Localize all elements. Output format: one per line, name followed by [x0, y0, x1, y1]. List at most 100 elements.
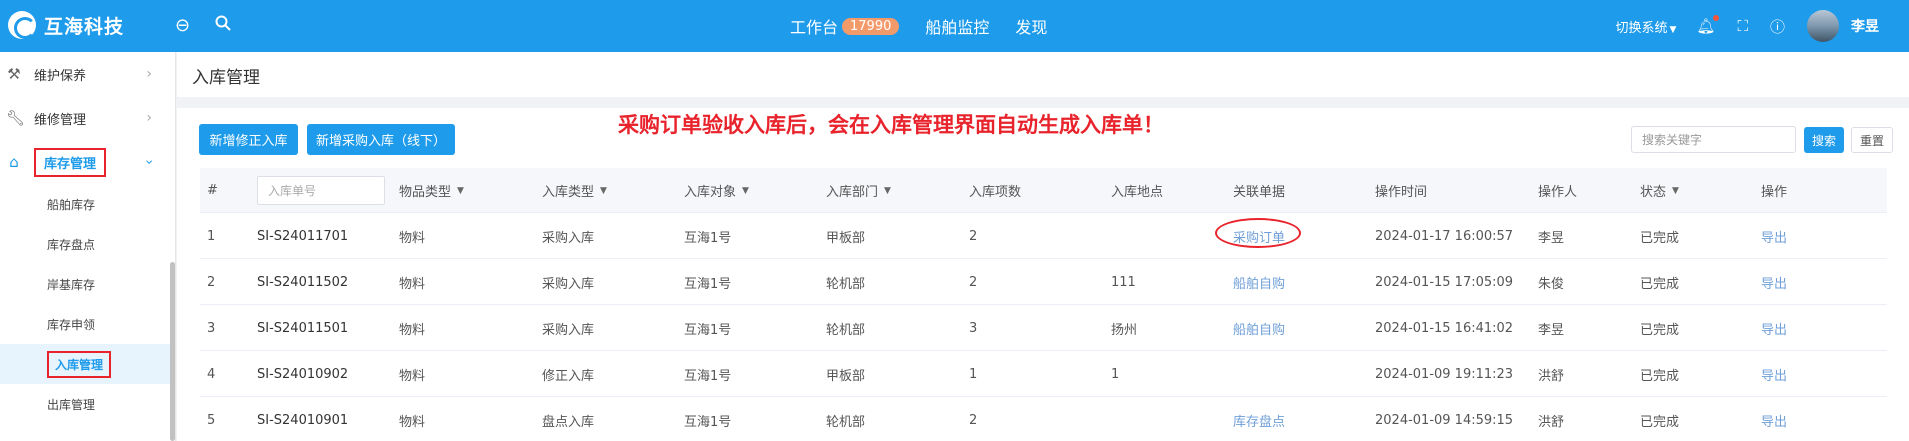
cell-dept: 甲板部: [826, 368, 866, 384]
sidebar-scrollbar[interactable]: [170, 262, 175, 441]
col-related: 关联单据: [1233, 185, 1286, 200]
cell-count: 3: [969, 320, 978, 336]
table-row: 5 SI-S24010901 物料 盘点入库 互海1号 轮机部 2 库存盘点 2…: [200, 397, 1887, 441]
cell-target: 互海1号: [684, 230, 732, 246]
col-operator: 操作人: [1538, 185, 1578, 200]
sidebar-item-maintenance[interactable]: ⚒ 维护保养 ›: [0, 52, 172, 96]
page-title: 入库管理: [192, 68, 260, 88]
cell-dept: 轮机部: [826, 322, 866, 338]
cell-time: 2024-01-09 19:11:23: [1375, 366, 1514, 382]
cell-dept: 轮机部: [826, 276, 866, 292]
cell-in-type: 盘点入库: [542, 414, 595, 430]
cell-target: 互海1号: [684, 322, 732, 338]
home-icon: ⌂: [9, 153, 19, 171]
cell-target: 互海1号: [684, 276, 732, 292]
related-doc-link[interactable]: 船舶自购: [1233, 305, 1285, 351]
cell-num: 3: [207, 320, 216, 336]
cell-status: 已完成: [1640, 414, 1680, 430]
export-link[interactable]: 导出: [1761, 213, 1787, 259]
app-logo[interactable]: 互海科技: [8, 11, 124, 39]
reset-button[interactable]: 重置: [1851, 127, 1893, 153]
sidebar-item-inventory[interactable]: ⌂ 库存管理 ›: [0, 140, 172, 184]
cell-in-type: 修正入库: [542, 368, 595, 384]
sidebar-subitem-inbound[interactable]: 入库管理: [0, 344, 172, 384]
search-input[interactable]: 搜索关键字: [1631, 126, 1796, 153]
cell-num: 5: [207, 412, 216, 428]
cell-time: 2024-01-15 16:41:02: [1375, 320, 1514, 336]
search-button[interactable]: 搜索: [1804, 127, 1844, 153]
bell-icon[interactable]: 🔔︎: [1696, 15, 1720, 35]
cell-dept: 甲板部: [826, 230, 866, 246]
col-time: 操作时间: [1375, 185, 1428, 200]
export-link[interactable]: 导出: [1761, 259, 1787, 305]
cell-code: SI-S24010902: [257, 366, 349, 382]
app-name: 互海科技: [44, 15, 125, 38]
nav-discover[interactable]: 发现: [1015, 14, 1047, 38]
sidebar-subitem-ship-stock[interactable]: 船舶库存: [0, 184, 172, 224]
related-doc-link[interactable]: 库存盘点: [1233, 397, 1285, 441]
user-name[interactable]: 李昱: [1851, 16, 1879, 36]
col-action: 操作: [1761, 185, 1788, 200]
export-link[interactable]: 导出: [1761, 351, 1787, 397]
cell-status: 已完成: [1640, 322, 1680, 338]
col-in-type[interactable]: 入库类型 ▼: [542, 168, 607, 213]
cell-num: 1: [207, 228, 216, 244]
back-circle-icon[interactable]: ⊖: [175, 14, 190, 38]
col-count: 入库项数: [969, 185, 1022, 200]
code-filter-input[interactable]: 入库单号: [257, 176, 385, 205]
col-status[interactable]: 状态 ▼: [1640, 168, 1679, 213]
sidebar: ⚒ 维护保养 › 🔧︎ 维修管理 › ⌂ 库存管理 › 船舶库存 库存盘点 岸基…: [0, 52, 176, 441]
sidebar-subitem-shore-stock[interactable]: 岸基库存: [0, 264, 172, 304]
search-icon[interactable]: [215, 14, 231, 38]
cell-status: 已完成: [1640, 230, 1680, 246]
cell-item-type: 物料: [399, 276, 426, 292]
col-dept[interactable]: 入库部门 ▼: [826, 168, 891, 213]
sidebar-item-repair[interactable]: 🔧︎ 维修管理 ›: [0, 96, 172, 140]
cell-operator: 李昱: [1538, 230, 1565, 246]
col-num: #: [207, 183, 218, 198]
cell-status: 已完成: [1640, 276, 1680, 292]
export-link[interactable]: 导出: [1761, 305, 1787, 351]
top-bar: 互海科技 ⊖ 工作台 17990 船舶监控 发现 切换系统 ▼ 🔔︎ ⛶ ⓘ 李昱: [0, 0, 1909, 52]
annotation-oval: [1215, 218, 1301, 248]
switch-system-dropdown[interactable]: 切换系统 ▼: [1615, 17, 1676, 36]
new-correction-inbound-button[interactable]: 新增修正入库: [199, 124, 298, 155]
cell-in-type: 采购入库: [542, 276, 595, 292]
caret-down-icon: ▼: [1669, 24, 1677, 35]
col-target-label: 入库对象: [684, 185, 737, 200]
col-item-type[interactable]: 物品类型 ▼: [399, 168, 464, 213]
sidebar-subitem-outbound[interactable]: 出库管理: [0, 384, 172, 424]
cell-target: 互海1号: [684, 414, 732, 430]
cell-code: SI-S24011501: [257, 320, 349, 336]
cell-time: 2024-01-09 14:59:15: [1375, 412, 1514, 428]
cell-count: 2: [969, 274, 978, 290]
cell-count: 1: [969, 366, 978, 382]
sidebar-subitem-label: 入库管理: [47, 350, 112, 378]
col-target[interactable]: 入库对象 ▼: [684, 168, 749, 213]
sidebar-subitem-stocktake[interactable]: 库存盘点: [0, 224, 172, 264]
col-location: 入库地点: [1111, 185, 1164, 200]
cell-location: 111: [1111, 274, 1136, 290]
nav-ship-monitor[interactable]: 船舶监控: [925, 14, 989, 38]
export-link[interactable]: 导出: [1761, 397, 1787, 441]
fullscreen-icon[interactable]: ⛶: [1737, 17, 1748, 35]
sidebar-item-label: 库存管理: [34, 147, 107, 177]
caret-down-icon: ▼: [600, 185, 607, 196]
sidebar-subitem-stock-requisition[interactable]: 库存申领: [0, 304, 172, 344]
related-doc-link[interactable]: 船舶自购: [1233, 259, 1285, 305]
new-purchase-inbound-button[interactable]: 新增采购入库（线下）: [307, 124, 455, 155]
table-row: 1 SI-S24011701 物料 采购入库 互海1号 甲板部 2 采购订单 2…: [200, 213, 1887, 259]
caret-down-icon: ▼: [742, 185, 749, 196]
avatar[interactable]: [1807, 10, 1839, 42]
cell-num: 4: [207, 366, 216, 382]
cell-in-type: 采购入库: [542, 230, 595, 246]
cell-num: 2: [207, 274, 216, 290]
cell-time: 2024-01-15 17:05:09: [1375, 274, 1514, 290]
caret-down-icon: ▼: [884, 185, 891, 196]
col-status-label: 状态: [1640, 185, 1667, 200]
cell-target: 互海1号: [684, 368, 732, 384]
nav-workbench[interactable]: 工作台 17990: [790, 14, 900, 38]
cell-operator: 洪舒: [1538, 368, 1565, 384]
help-icon[interactable]: ⓘ: [1770, 16, 1785, 37]
table-row: 3 SI-S24011501 物料 采购入库 互海1号 轮机部 3 扬州 船舶自…: [200, 305, 1887, 351]
